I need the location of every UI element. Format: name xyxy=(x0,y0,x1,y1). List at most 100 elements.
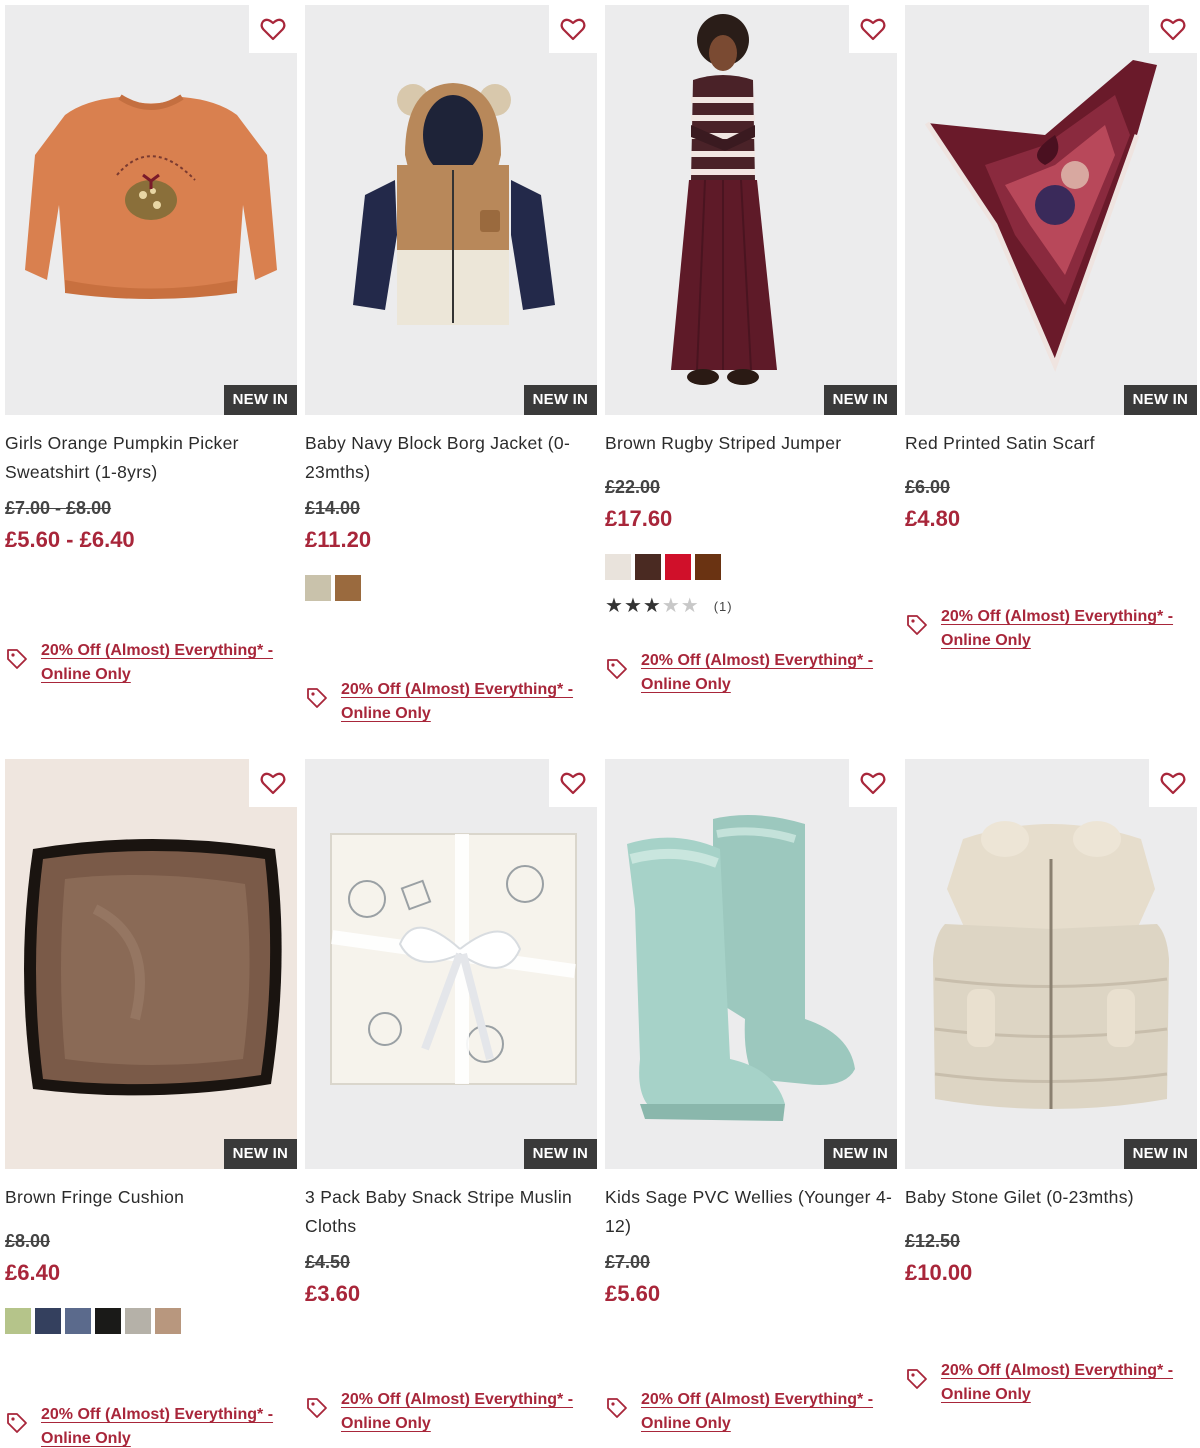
promo-link[interactable]: 20% Off (Almost) Everything* - Online On… xyxy=(905,1359,1177,1407)
colour-swatch[interactable] xyxy=(605,554,631,580)
product-card[interactable]: NEW IN Brown Rugby Striped Jumper £22.00… xyxy=(605,5,897,693)
wishlist-button[interactable] xyxy=(549,5,597,53)
striped-jumper-image xyxy=(671,14,777,385)
heart-outline-icon xyxy=(1160,18,1186,41)
promo-link[interactable]: 20% Off (Almost) Everything* - Online On… xyxy=(605,649,877,697)
wishlist-button[interactable] xyxy=(849,759,897,807)
product-title[interactable]: Baby Stone Gilet (0-23mths) xyxy=(905,1183,1197,1212)
heart-outline-icon xyxy=(860,18,886,41)
star-empty-icon: ★ xyxy=(661,595,680,617)
price-tag-icon xyxy=(307,688,327,708)
promo-link[interactable]: 20% Off (Almost) Everything* - Online On… xyxy=(905,605,1177,653)
heart-outline-icon xyxy=(560,772,586,795)
borg-jacket-image xyxy=(353,83,555,325)
wishlist-button[interactable] xyxy=(249,5,297,53)
product-image[interactable]: NEW IN xyxy=(305,5,597,415)
new-in-badge: NEW IN xyxy=(823,385,897,415)
promo-text[interactable]: 20% Off (Almost) Everything* - Online On… xyxy=(641,1388,877,1436)
product-card[interactable]: NEW IN Red Printed Satin Scarf £6.00 £4.… xyxy=(905,5,1197,649)
colour-swatches xyxy=(605,554,897,580)
colour-swatches xyxy=(5,1308,297,1334)
new-in-badge: NEW IN xyxy=(1123,1139,1197,1169)
heart-outline-icon xyxy=(560,18,586,41)
product-image[interactable]: NEW IN xyxy=(605,5,897,415)
star-filled-icon: ★ xyxy=(623,595,642,617)
sale-price: £6.40 xyxy=(5,1260,61,1285)
promo-text[interactable]: 20% Off (Almost) Everything* - Online On… xyxy=(41,639,277,687)
heart-outline-icon xyxy=(260,18,286,41)
promo-link[interactable]: 20% Off (Almost) Everything* - Online On… xyxy=(305,1388,577,1436)
product-image[interactable]: NEW IN xyxy=(5,759,297,1169)
price-tag-icon xyxy=(907,1369,927,1389)
was-price: £12.50 xyxy=(905,1231,961,1251)
colour-swatch[interactable] xyxy=(125,1308,151,1334)
price-tag-icon xyxy=(907,615,927,635)
product-title[interactable]: Red Printed Satin Scarf xyxy=(905,429,1197,458)
product-title[interactable]: Brown Fringe Cushion xyxy=(5,1183,297,1212)
colour-swatch[interactable] xyxy=(665,554,691,580)
product-title[interactable]: 3 Pack Baby Snack Stripe Muslin Cloths xyxy=(305,1183,597,1241)
colour-swatch[interactable] xyxy=(155,1308,181,1334)
promo-text[interactable]: 20% Off (Almost) Everything* - Online On… xyxy=(341,1388,577,1436)
product-grid: NEW IN Girls Orange Pumpkin Picker Sweat… xyxy=(0,0,1200,1448)
product-card[interactable]: NEW IN 3 Pack Baby Snack Stripe Muslin C… xyxy=(305,759,597,1432)
promo-link[interactable]: 20% Off (Almost) Everything* - Online On… xyxy=(605,1388,877,1436)
was-price: £6.00 xyxy=(905,477,951,497)
product-card[interactable]: NEW IN Brown Fringe Cushion £8.00 £6.40 … xyxy=(5,759,297,1447)
muslin-cloths-image xyxy=(330,833,577,1085)
colour-swatch[interactable] xyxy=(335,575,361,601)
price-tag-icon xyxy=(7,649,27,669)
sale-price: £5.60 - £6.40 xyxy=(5,527,135,552)
product-image[interactable]: NEW IN xyxy=(905,5,1197,415)
colour-swatch[interactable] xyxy=(35,1308,61,1334)
promo-text[interactable]: 20% Off (Almost) Everything* - Online On… xyxy=(941,605,1177,653)
promo-link[interactable]: 20% Off (Almost) Everything* - Online On… xyxy=(5,1403,277,1448)
promo-text[interactable]: 20% Off (Almost) Everything* - Online On… xyxy=(41,1403,277,1448)
product-image[interactable]: NEW IN xyxy=(905,759,1197,1169)
price-tag-icon xyxy=(7,1413,27,1433)
was-price: £7.00 - £8.00 xyxy=(5,498,112,518)
promo-text[interactable]: 20% Off (Almost) Everything* - Online On… xyxy=(641,649,877,697)
promo-link[interactable]: 20% Off (Almost) Everything* - Online On… xyxy=(5,639,277,687)
was-price: £7.00 xyxy=(605,1252,651,1272)
wishlist-button[interactable] xyxy=(249,759,297,807)
product-card[interactable]: NEW IN Baby Stone Gilet (0-23mths) £12.5… xyxy=(905,759,1197,1403)
wishlist-button[interactable] xyxy=(549,759,597,807)
product-image[interactable]: NEW IN xyxy=(305,759,597,1169)
wishlist-button[interactable] xyxy=(849,5,897,53)
promo-text[interactable]: 20% Off (Almost) Everything* - Online On… xyxy=(341,678,577,726)
wishlist-button[interactable] xyxy=(1149,5,1197,53)
sale-price: £4.80 xyxy=(905,506,961,531)
heart-outline-icon xyxy=(260,772,286,795)
colour-swatch[interactable] xyxy=(65,1308,91,1334)
promo-text[interactable]: 20% Off (Almost) Everything* - Online On… xyxy=(941,1359,1177,1407)
product-image[interactable]: NEW IN xyxy=(605,759,897,1169)
new-in-badge: NEW IN xyxy=(523,1139,597,1169)
colour-swatch[interactable] xyxy=(695,554,721,580)
product-title[interactable]: Kids Sage PVC Wellies (Younger 4-12) xyxy=(605,1183,897,1241)
new-in-badge: NEW IN xyxy=(223,1139,297,1169)
product-card[interactable]: NEW IN Girls Orange Pumpkin Picker Sweat… xyxy=(5,5,297,683)
colour-swatch[interactable] xyxy=(95,1308,121,1334)
review-count[interactable]: (1) xyxy=(714,599,733,614)
was-price: £14.00 xyxy=(305,498,361,518)
heart-outline-icon xyxy=(860,772,886,795)
promo-link[interactable]: 20% Off (Almost) Everything* - Online On… xyxy=(305,678,577,726)
satin-scarf-image xyxy=(924,60,1157,372)
product-card[interactable]: NEW IN Kids Sage PVC Wellies (Younger 4-… xyxy=(605,759,897,1432)
new-in-badge: NEW IN xyxy=(1123,385,1197,415)
product-title[interactable]: Brown Rugby Striped Jumper xyxy=(605,429,897,458)
colour-swatch[interactable] xyxy=(635,554,661,580)
product-title[interactable]: Baby Navy Block Borg Jacket (0-23mths) xyxy=(305,429,597,487)
wishlist-button[interactable] xyxy=(1149,759,1197,807)
colour-swatch[interactable] xyxy=(5,1308,31,1334)
star-rating[interactable]: ★ ★ ★ ★ ★ (1) xyxy=(605,596,897,616)
stone-gilet-image xyxy=(933,821,1169,1109)
colour-swatch[interactable] xyxy=(305,575,331,601)
product-title[interactable]: Girls Orange Pumpkin Picker Sweatshirt (… xyxy=(5,429,297,487)
star-empty-icon: ★ xyxy=(680,595,699,617)
product-card[interactable]: NEW IN Baby Navy Block Borg Jacket (0-23… xyxy=(305,5,597,722)
heart-outline-icon xyxy=(1160,772,1186,795)
product-image[interactable]: NEW IN xyxy=(5,5,297,415)
sale-price: £17.60 xyxy=(605,506,673,531)
